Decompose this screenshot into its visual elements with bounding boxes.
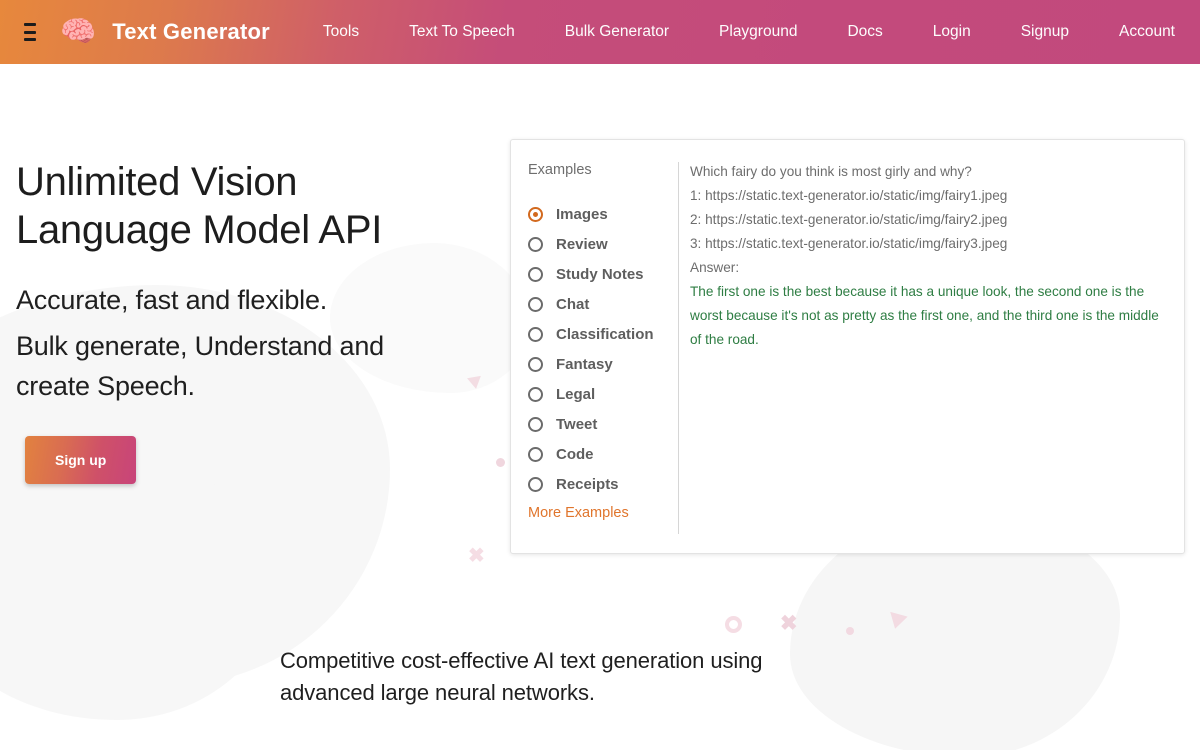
example-option-label: Study Notes [556,265,644,283]
decorative-ring-icon [725,616,742,633]
answer-text-line-3: of the road. [690,332,759,347]
example-option-chat[interactable]: Chat [528,289,679,319]
example-option-label: Classification [556,325,654,343]
examples-panel-title: Examples [528,162,592,178]
page-title-line-2: Language Model API [16,208,383,252]
radio-icon[interactable] [528,446,543,462]
nav-item-tools[interactable]: Tools [323,17,359,47]
hero-subtitle-2-line-2: create Speech. [16,371,195,401]
example-option-label: Legal [556,385,596,403]
hero-subtitle-2-line-1: Bulk generate, Understand and [16,331,384,361]
example-option-tweet[interactable]: Tweet [528,409,679,439]
nav-item-login[interactable]: Login [933,17,971,47]
example-option-label: Chat [556,295,590,313]
signup-button[interactable]: Sign up [25,436,137,484]
radio-icon[interactable] [528,326,543,342]
example-option-images[interactable]: Images [528,199,679,229]
radio-icon[interactable] [528,386,543,402]
example-option-label: Images [556,205,608,223]
page-tagline: Competitive cost-effective AI text gener… [280,645,900,709]
nav-item-bulk-generator[interactable]: Bulk Generator [565,17,669,47]
nav-item-docs[interactable]: Docs [847,17,882,47]
example-option-label: Receipts [556,475,619,493]
hero-subtitle-2: Bulk generate, Understand and create Spe… [16,326,516,406]
example-option-label: Code [556,445,594,463]
brand-title[interactable]: Text Generator [112,19,270,45]
radio-icon[interactable] [528,266,543,282]
prompt-question: Which fairy do you think is most girly a… [690,164,972,179]
example-option-label: Fantasy [556,355,613,373]
hamburger-menu-icon[interactable] [24,23,37,41]
radio-icon[interactable] [528,356,543,372]
radio-icon[interactable] [528,476,543,492]
prompt-image-1: 1: https://static.text-generator.io/stat… [690,188,1008,203]
top-navigation-bar: 🧠 Text Generator Tools Text To Speech Bu… [0,0,1200,64]
main-nav: Tools Text To Speech Bulk Generator Play… [298,17,1200,47]
decorative-cross-icon: ✖ [780,612,798,635]
radio-icon[interactable] [528,236,543,252]
nav-item-playground[interactable]: Playground [719,17,797,47]
examples-options-panel: Examples Images Review Study Notes Chat … [511,140,679,553]
example-option-label: Tweet [556,415,598,433]
decorative-blob [0,460,280,720]
answer-label: Answer: [690,260,740,275]
example-option-code[interactable]: Code [528,439,679,469]
tagline-line-1: Competitive cost-effective AI text gener… [280,648,763,673]
example-output-panel: Which fairy do you think is most girly a… [679,140,1184,553]
nav-item-text-to-speech[interactable]: Text To Speech [409,17,515,47]
decorative-triangle-icon [886,611,908,632]
example-option-review[interactable]: Review [528,229,679,259]
examples-card: Examples Images Review Study Notes Chat … [510,139,1185,554]
prompt-image-3: 3: https://static.text-generator.io/stat… [690,236,1008,251]
more-examples-link[interactable]: More Examples [528,505,679,521]
tagline-line-2: advanced large neural networks. [280,680,595,705]
example-option-fantasy[interactable]: Fantasy [528,349,679,379]
page-title-line-1: Unlimited Vision [16,160,298,204]
radio-icon-selected[interactable] [528,206,543,222]
nav-item-account[interactable]: Account [1119,17,1175,47]
hero-section: Unlimited Vision Language Model API Accu… [16,158,516,484]
example-option-receipts[interactable]: Receipts [528,469,679,499]
example-option-legal[interactable]: Legal [528,379,679,409]
page-title: Unlimited Vision Language Model API [16,158,516,254]
example-option-study-notes[interactable]: Study Notes [528,259,679,289]
example-option-label: Review [556,235,608,253]
decorative-dot-icon [846,627,854,635]
example-option-classification[interactable]: Classification [528,319,679,349]
decorative-cross-icon: ✖ [468,545,485,567]
brain-logo-icon: 🧠 [60,15,97,48]
prompt-image-2: 2: https://static.text-generator.io/stat… [690,212,1008,227]
page-root: ✖ ✖ 🧠 Text Generator Tools Text To Speec… [0,0,1200,750]
answer-text-line-1: The first one is the best because it has… [690,284,1145,299]
radio-icon[interactable] [528,416,543,432]
answer-text-line-2: worst because it's not as pretty as the … [690,308,1159,323]
nav-item-signup[interactable]: Signup [1021,17,1069,47]
hero-subtitle-1: Accurate, fast and flexible. [16,285,328,315]
radio-icon[interactable] [528,296,543,312]
